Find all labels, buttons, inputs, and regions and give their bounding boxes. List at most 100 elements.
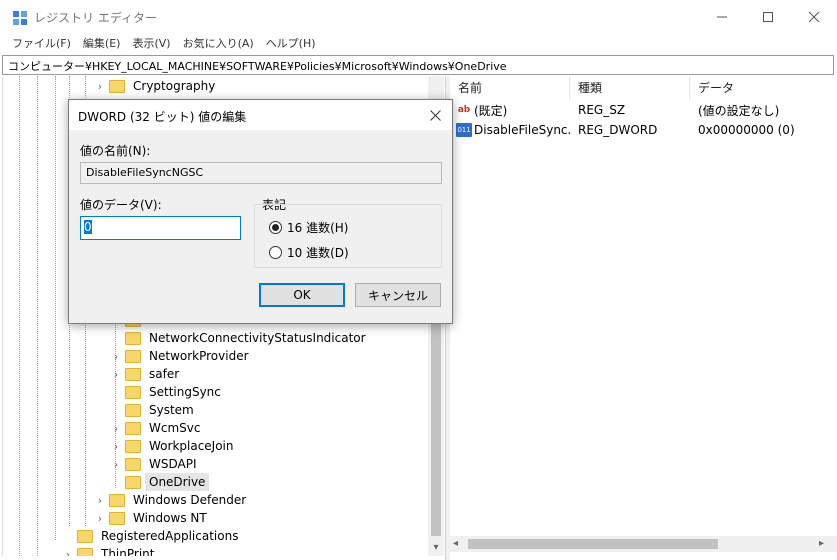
menu-file[interactable]: ファイル(F)	[6, 34, 77, 54]
tree-item-label: Cryptography	[133, 79, 216, 93]
tree-item-registeredapplications[interactable]: RegisteredApplications	[61, 527, 242, 545]
folder-icon	[77, 547, 93, 556]
expand-chevron-icon[interactable]: ›	[109, 365, 123, 383]
menu-help[interactable]: ヘルプ(H)	[260, 34, 322, 54]
close-icon	[429, 109, 441, 121]
value-name: DisableFileSync...	[474, 123, 570, 137]
expand-chevron-icon[interactable]: ›	[109, 419, 123, 437]
tree-item-safer[interactable]: › safer	[109, 365, 183, 383]
tree-item-workplacejoin[interactable]: › WorkplaceJoin	[109, 437, 238, 455]
tree-item-thinprint[interactable]: › ThinPrint	[61, 545, 158, 556]
tree-scrollbar-thumb[interactable]	[431, 291, 441, 536]
value-data: (値の設定なし)	[698, 103, 780, 118]
radix-group: 16 進数(H) 10 進数(D)	[254, 204, 442, 268]
expand-chevron-icon[interactable]: ›	[109, 455, 123, 473]
scroll-down-icon[interactable]: ▾	[428, 540, 444, 554]
dialog-close-button[interactable]	[425, 105, 445, 125]
close-button[interactable]	[791, 0, 837, 34]
scroll-right-icon[interactable]: ▸	[819, 538, 824, 549]
expand-chevron-icon[interactable]: ›	[93, 509, 107, 527]
tree-item-label: safer	[149, 367, 180, 381]
column-data[interactable]: データ	[690, 76, 837, 100]
folder-icon	[125, 349, 141, 363]
column-type[interactable]: 種類	[570, 76, 690, 100]
expand-chevron-icon[interactable]: ›	[61, 545, 75, 557]
folder-icon	[125, 457, 141, 471]
value-data-label: 値のデータ(V):	[80, 198, 162, 212]
tree-item-label: WcmSvc	[149, 421, 201, 435]
radio-decimal[interactable]: 10 進数(D)	[269, 244, 349, 261]
close-icon	[808, 11, 820, 23]
binary-value-icon: 011	[456, 123, 472, 137]
tree-item-wcmsvc[interactable]: › WcmSvc	[109, 419, 204, 437]
radio-hex[interactable]: 16 進数(H)	[269, 219, 348, 236]
tree-item-label: RegisteredApplications	[101, 529, 239, 543]
tree-item-label: ThinPrint	[101, 547, 155, 556]
tree-item-windows-nt[interactable]: › Windows NT	[93, 509, 211, 527]
list-horizontal-scrollbar[interactable]: ◂ ▸	[450, 536, 837, 552]
value-name: (既定)	[474, 103, 508, 118]
value-list[interactable]: 名前 種類 データ ab (既定) REG_SZ (値の設定なし) 011 Di…	[450, 76, 837, 560]
menu-favorites[interactable]: お気に入り(A)	[177, 34, 260, 54]
cancel-button[interactable]: キャンセル	[355, 283, 441, 307]
radio-hex-label: 16 進数(H)	[287, 221, 349, 235]
address-bar[interactable]: コンピューター¥HKEY_LOCAL_MACHINE¥SOFTWARE¥Poli…	[2, 55, 834, 75]
expand-chevron-icon[interactable]: ›	[93, 77, 107, 95]
dialog-title-bar: DWORD (32 ビット) 値の編集	[69, 100, 452, 130]
folder-icon	[125, 403, 141, 417]
window-title: レジストリ エディター	[34, 11, 157, 25]
menu-edit[interactable]: 編集(E)	[77, 34, 127, 54]
menu-view[interactable]: 表示(V)	[126, 34, 176, 54]
tree-item-windows-defender[interactable]: › Windows Defender	[93, 491, 250, 509]
minimize-icon	[717, 16, 727, 18]
value-data: 0x00000000 (0)	[698, 123, 795, 137]
maximize-button[interactable]	[745, 0, 791, 34]
radio-checked-icon[interactable]	[269, 221, 282, 234]
tree-item-settingsync[interactable]: SettingSync	[109, 383, 225, 401]
value-type: REG_SZ	[578, 103, 626, 117]
folder-icon	[109, 79, 125, 93]
folder-icon	[125, 385, 141, 399]
tree-item-onedrive[interactable]: OneDrive	[109, 473, 210, 491]
tree-item-label: WorkplaceJoin	[149, 439, 234, 453]
tree-item-networkconnectivitystatusindicator[interactable]: NetworkConnectivityStatusIndicator	[109, 329, 370, 347]
list-row-disablefilesync[interactable]: 011 DisableFileSync... REG_DWORD 0x00000…	[450, 120, 837, 140]
folder-icon	[125, 439, 141, 453]
scroll-left-icon[interactable]: ◂	[453, 538, 458, 549]
edit-dword-dialog: DWORD (32 ビット) 値の編集 値の名前(N): DisableFile…	[68, 99, 453, 324]
tree-item-wsdapi[interactable]: › WSDAPI	[109, 455, 201, 473]
dialog-title: DWORD (32 ビット) 値の編集	[78, 110, 247, 124]
tree-item-label: NetworkProvider	[149, 349, 249, 363]
tree-item-cryptography[interactable]: › Cryptography	[93, 77, 219, 95]
minimize-button[interactable]	[699, 0, 745, 34]
folder-icon	[77, 529, 93, 543]
folder-icon	[109, 511, 125, 525]
list-row-default[interactable]: ab (既定) REG_SZ (値の設定なし)	[450, 100, 837, 120]
tree-item-label: Windows Defender	[133, 493, 247, 507]
title-bar: レジストリ エディター	[0, 0, 837, 34]
folder-icon	[125, 367, 141, 381]
address-path: コンピューター¥HKEY_LOCAL_MACHINE¥SOFTWARE¥Poli…	[8, 60, 507, 73]
string-value-icon: ab	[457, 105, 471, 115]
maximize-icon	[763, 12, 773, 22]
tree-item-networkprovider[interactable]: › NetworkProvider	[109, 347, 253, 365]
radio-unchecked-icon[interactable]	[269, 246, 282, 259]
folder-icon	[125, 421, 141, 435]
tree-guide-line	[19, 76, 20, 556]
tree-guide-line	[55, 76, 56, 540]
tree-guide-line	[37, 76, 38, 556]
column-name[interactable]: 名前	[450, 76, 570, 100]
expand-chevron-icon[interactable]: ›	[109, 437, 123, 455]
value-type: REG_DWORD	[578, 123, 658, 137]
tree-item-label: SettingSync	[149, 385, 221, 399]
expand-chevron-icon[interactable]: ›	[109, 347, 123, 365]
list-scrollbar-thumb[interactable]	[468, 539, 718, 549]
value-data-input[interactable]: 0	[80, 216, 241, 240]
ok-button[interactable]: OK	[259, 283, 345, 307]
registry-editor-icon	[13, 11, 27, 25]
expand-chevron-icon[interactable]: ›	[93, 491, 107, 509]
folder-icon	[125, 475, 141, 489]
list-header: 名前 種類 データ	[450, 76, 837, 100]
tree-item-system[interactable]: System	[109, 401, 198, 419]
value-name-field: DisableFileSyncNGSC	[80, 162, 442, 184]
